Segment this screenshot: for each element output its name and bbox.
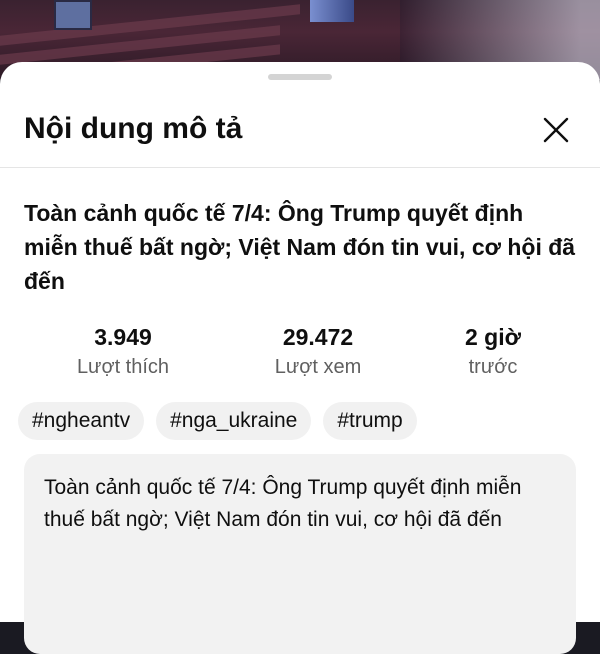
- stat-likes-value: 3.949: [94, 324, 152, 350]
- close-icon: [543, 117, 569, 143]
- hashtag-chip[interactable]: #ngheantv: [18, 402, 145, 440]
- description-sheet: Nội dung mô tả Toàn cảnh quốc tế 7/4: Ôn…: [0, 62, 600, 654]
- hashtag-chip[interactable]: #nga_ukraine: [156, 402, 312, 440]
- stat-views: 29.472 Lượt xem: [228, 322, 408, 382]
- stat-upload-time-value: 2 giờ: [465, 324, 521, 350]
- video-frame-detail: [54, 0, 92, 30]
- stat-likes: 3.949 Lượt thích: [33, 322, 213, 382]
- video-frame-detail: [310, 0, 354, 22]
- video-title: Toàn cảnh quốc tế 7/4: Ông Trump quyết đ…: [24, 200, 576, 294]
- sheet-title: Nội dung mô tả: [24, 112, 243, 145]
- stat-views-label: Lượt xem: [274, 356, 362, 378]
- hashtag-chip[interactable]: #trump: [323, 402, 417, 440]
- stat-views-value: 29.472: [282, 324, 354, 350]
- description-box: Toàn cảnh quốc tế 7/4: Ông Trump quyết đ…: [24, 454, 576, 654]
- close-button[interactable]: [536, 110, 576, 150]
- description-text: Toàn cảnh quốc tế 7/4: Ông Trump quyết đ…: [44, 476, 522, 531]
- hashtag-list: #ngheantv #nga_ukraine #trump: [18, 402, 417, 440]
- drag-handle[interactable]: [268, 74, 332, 80]
- stat-upload-time: 2 giờ trước: [403, 322, 583, 382]
- video-stats: 3.949 Lượt thích 29.472 Lượt xem 2 giờ t…: [0, 322, 600, 382]
- stat-likes-label: Lượt thích: [76, 356, 170, 378]
- stat-upload-time-label: trước: [468, 356, 518, 378]
- sheet-header: Nội dung mô tả: [0, 102, 600, 168]
- header-divider: [0, 167, 600, 168]
